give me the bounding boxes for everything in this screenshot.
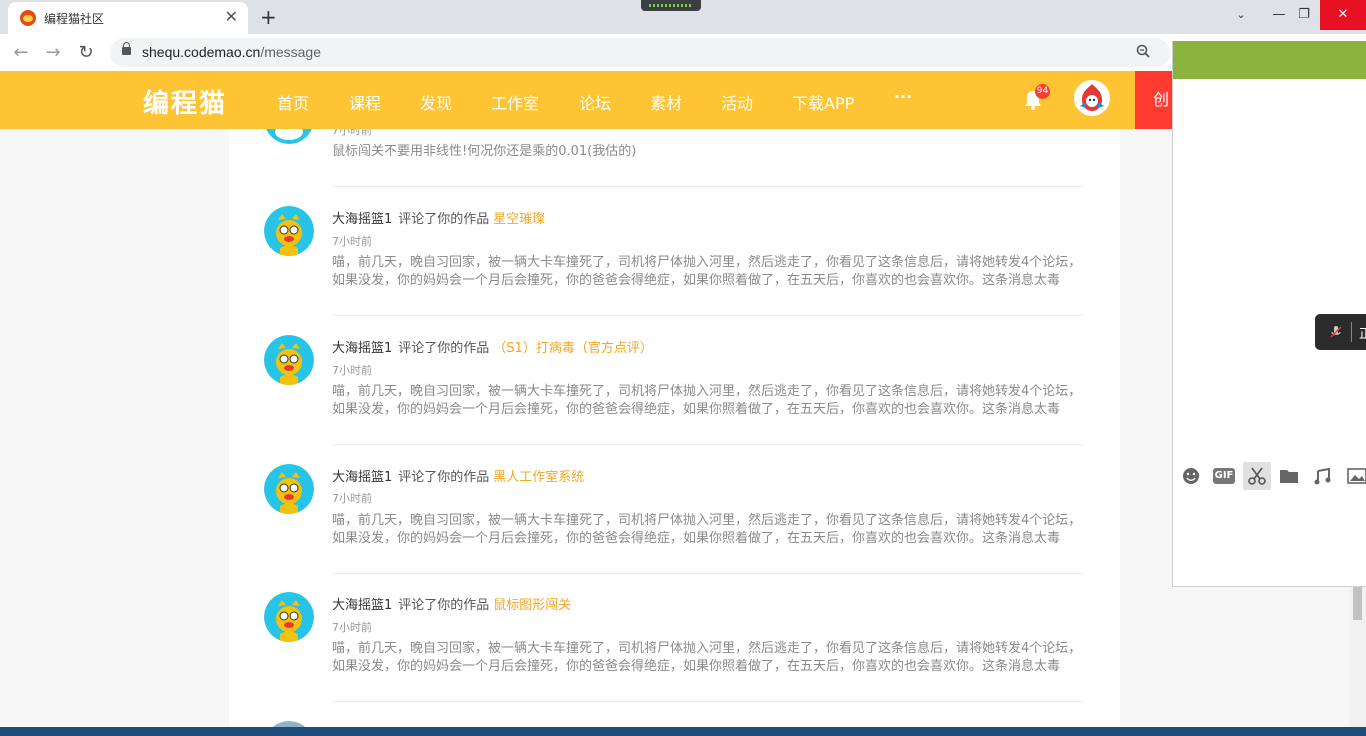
message-header: 大海摇篮1 评论了你的作品 （S1）打病毒（官方点评） (332, 341, 653, 356)
nav-download-app[interactable]: 下载APP (792, 90, 854, 114)
avatar[interactable] (264, 129, 314, 144)
nav-materials[interactable]: 素材 (650, 90, 682, 114)
message-time: 7小时前 (332, 492, 372, 505)
nav-courses[interactable]: 课程 (349, 90, 381, 114)
avatar[interactable] (264, 335, 314, 385)
reload-button[interactable]: ↻ (75, 42, 97, 63)
divider (332, 701, 1084, 702)
new-tab-button[interactable]: + (260, 5, 277, 29)
audio-meter-widget (641, 0, 701, 11)
emoji-icon[interactable] (1179, 465, 1203, 487)
message-time: 7小时前 (332, 364, 372, 377)
message-user[interactable]: 大海摇篮1 (332, 470, 392, 485)
gif-icon[interactable]: GIF (1213, 468, 1235, 484)
divider (332, 186, 1084, 187)
message-work-link[interactable]: 黑人工作室系统 (493, 470, 584, 485)
tab-close-icon[interactable]: ✕ (225, 9, 238, 25)
user-avatar[interactable] (1074, 80, 1110, 116)
message-time: 7小时前 (332, 129, 372, 137)
os-taskbar (0, 727, 1366, 736)
message-work-link[interactable]: （S1）打病毒（官方点评） (493, 341, 653, 356)
nav-more[interactable]: ··· (894, 87, 912, 106)
image-icon[interactable] (1345, 465, 1366, 487)
message-list: 7小时前 鼠标闯关不要用非线性!何况你还是乘的0.01(我估的) 大海摇篮1 评论… (229, 129, 1120, 736)
site-favicon-icon (20, 10, 36, 26)
url-text: shequ.codemao.cn/message (142, 44, 322, 60)
message-work-link[interactable]: 星空璀璨 (493, 212, 545, 227)
message-body[interactable]: 鼠标闯关不要用非线性!何况你还是乘的0.01(我估的) (332, 143, 1084, 179)
message-header: 大海摇篮1 评论了你的作品 黑人工作室系统 (332, 470, 585, 485)
folder-icon[interactable] (1277, 465, 1301, 487)
page-scrollbar[interactable] (1349, 587, 1366, 727)
message-body[interactable]: 喵，前几天，晚自习回家，被一辆大卡车撞死了，司机将尸体抛入河里，然后逃走了，你看… (332, 640, 1084, 676)
avatar[interactable] (264, 206, 314, 256)
browser-toolbar: ← → ↻ shequ.codemao.cn/message (0, 34, 1366, 71)
nav-discover[interactable]: 发现 (420, 90, 452, 114)
mic-muted-icon (1329, 324, 1343, 338)
message-time: 7小时前 (332, 621, 372, 634)
close-window-button[interactable]: ✕ (1320, 0, 1366, 30)
chat-toolbar: GIF (1173, 459, 1366, 493)
message-header: 大海摇篮1 评论了你的作品 鼠标图形闯关 (332, 598, 572, 613)
notification-badge: 94 (1035, 84, 1050, 99)
site-logo[interactable]: 编程猫 (143, 83, 227, 120)
zoom-icon[interactable] (1136, 44, 1150, 62)
message-body[interactable]: 喵，前几天，晚自习回家，被一辆大卡车撞死了，司机将尸体抛入河里，然后逃走了，你看… (332, 512, 1084, 548)
message-time: 7小时前 (332, 235, 372, 248)
nav-forum[interactable]: 论坛 (579, 90, 611, 114)
divider (332, 573, 1084, 574)
divider (332, 444, 1084, 445)
forward-button[interactable]: → (42, 42, 64, 63)
message-body[interactable]: 喵，前几天，晚自习回家，被一辆大卡车撞死了，司机将尸体抛入河里，然后逃走了，你看… (332, 254, 1084, 290)
tab-title: 编程猫社区 (44, 11, 105, 26)
chat-panel-titlebar[interactable] (1173, 41, 1366, 79)
mic-status-text: 正 (1359, 327, 1366, 342)
avatar[interactable] (264, 592, 314, 642)
message-user[interactable]: 大海摇篮1 (332, 341, 392, 356)
scrollbar-thumb[interactable] (1353, 587, 1362, 620)
message-user[interactable]: 大海摇篮1 (332, 212, 392, 227)
back-button[interactable]: ← (10, 42, 32, 63)
message-body[interactable]: 喵，前几天，晚自习回家，被一辆大卡车撞死了，司机将尸体抛入河里，然后逃走了，你看… (332, 383, 1084, 419)
divider (332, 315, 1084, 316)
chat-panel: 正 GIF (1172, 41, 1366, 587)
message-work-link[interactable]: 鼠标图形闯关 (493, 598, 571, 613)
address-bar[interactable]: shequ.codemao.cn/message (110, 38, 1170, 67)
message-user[interactable]: 大海摇篮1 (332, 598, 392, 613)
mic-status[interactable]: 正 (1315, 314, 1366, 350)
avatar[interactable] (264, 464, 314, 514)
browser-tab[interactable]: 编程猫社区 ✕ (8, 2, 248, 34)
message-header: 大海摇篮1 评论了你的作品 星空璀璨 (332, 212, 546, 227)
browser-tab-strip: 编程猫社区 ✕ + ⌄ — ❐ ✕ (0, 0, 1366, 34)
music-icon[interactable] (1311, 465, 1335, 487)
nav-studio[interactable]: 工作室 (491, 90, 539, 114)
scissors-icon[interactable] (1243, 462, 1271, 490)
lock-icon (122, 42, 131, 55)
nav-home[interactable]: 首页 (277, 90, 309, 114)
nav-events[interactable]: 活动 (721, 90, 753, 114)
